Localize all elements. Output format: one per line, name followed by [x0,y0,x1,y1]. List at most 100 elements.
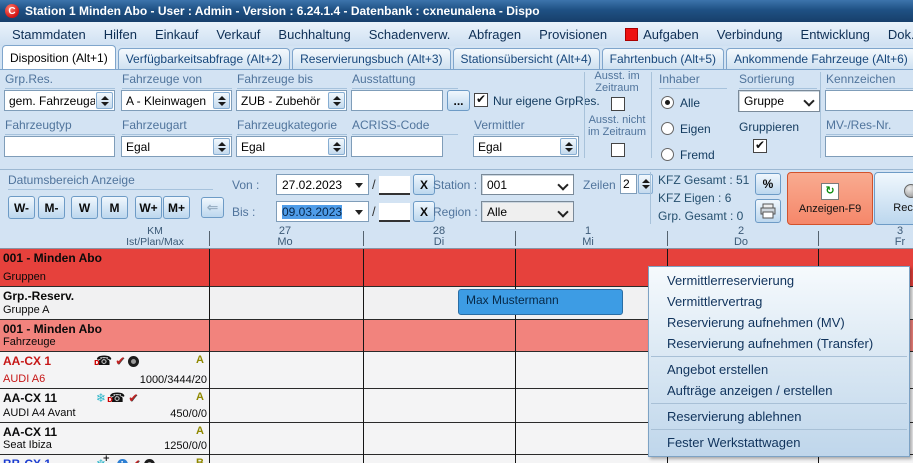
day-number: 3 [870,226,913,237]
menu-item-label: Aufgaben [643,27,699,42]
tab-stationsübersicht-alt-4[interactable]: Stationsübersicht (Alt+4) [453,48,600,69]
spinner-icon[interactable] [328,138,345,155]
menu-item-stammdaten[interactable]: Stammdaten [3,22,95,46]
recherche-button[interactable]: Recher [874,172,913,225]
fahrzeuge-von-combo[interactable]: A - Kleinwagen [121,90,232,111]
von-date-combo[interactable]: 27.02.2023 [276,174,369,195]
km-column-header: KM Ist/Plan/Max [100,226,210,248]
vermittler-combo[interactable]: Egal [473,136,579,157]
inhaber-radio-eigen[interactable] [661,122,674,135]
menu-item-label: Abfragen [468,27,521,42]
date-nav-week-back-button[interactable]: W- [8,196,35,219]
vehicle-status-icons: ❄+-i✔ [96,457,155,463]
bis-extra-input[interactable] [379,203,410,222]
spinner-icon[interactable] [560,138,577,155]
von-clear-button[interactable]: X [413,174,435,195]
date-nav-week-forward-button[interactable]: W+ [135,196,162,219]
inhaber-option-label: Alle [680,96,700,110]
fahrzeugart-combo[interactable]: Egal [121,136,232,157]
menu-item-buchhaltung[interactable]: Buchhaltung [269,22,359,46]
tab-label: Ankommende Fahrzeuge (Alt+6) [734,52,908,66]
menu-item-abfragen[interactable]: Abfragen [459,22,530,46]
von-extra-input[interactable] [379,176,410,195]
tab-ankommende-fahrzeuge-alt-6[interactable]: Ankommende Fahrzeuge (Alt+6) [726,48,913,69]
menu-item-schadenverw[interactable]: Schadenverw. [360,22,460,46]
context-menu-item-reservierung-aufnehmen-mv[interactable]: Reservierung aufnehmen (MV) [649,312,909,333]
context-menu-item-vermittlerreservierung[interactable]: Vermittlerreservierung [649,270,909,291]
slash-separator: / [372,204,376,219]
km-values: 450/0/0 [100,408,207,420]
separator [820,72,821,158]
grid-column-line [363,249,364,463]
sortierung-select[interactable]: Gruppe [738,90,820,112]
date-nav-month-forward-button[interactable]: M+ [163,196,190,219]
filter-panel: Grp.Res. gem. Fahrzeugaus Fahrzeuge von … [0,70,913,169]
snowflake-icon: ❄ [96,392,106,405]
menu-item-einkauf[interactable]: Einkauf [146,22,207,46]
grpres-combo[interactable]: gem. Fahrzeugaus [4,90,115,111]
grid-tick [818,231,819,246]
station-select[interactable]: 001 [481,174,574,195]
phone-d-icon: ☎D [96,355,112,368]
group-letter: A [196,391,204,403]
date-nav-week-button[interactable]: W [71,196,98,219]
menu-item-hilfen[interactable]: Hilfen [95,22,146,46]
stat-line: KFZ Eigen : 6 [658,191,731,205]
fahrzeugart-value: Egal [126,140,212,154]
fahrzeuge-bis-value: ZUB - Zubehör [241,94,327,108]
print-button[interactable] [755,199,781,223]
context-menu-item-reservierung-aufnehmen-transfer[interactable]: Reservierung aufnehmen (Transfer) [649,333,909,354]
ausstattung-browse-button[interactable]: ... [447,90,470,111]
inhaber-radio-alle[interactable] [661,96,674,109]
spinner-icon[interactable] [328,92,345,109]
fahrzeugtyp-input[interactable] [4,136,115,157]
percent-button[interactable]: % [755,173,781,195]
slash-separator: / [372,177,376,192]
fahrzeuge-bis-combo[interactable]: ZUB - Zubehör [236,90,347,111]
bis-clear-button[interactable]: X [413,201,435,222]
group-letter: B [196,457,204,463]
acriss-input[interactable] [351,136,443,157]
ausst-nicht-im-zeitraum-checkbox[interactable] [611,143,625,157]
gruppieren-checkbox[interactable] [753,139,767,153]
context-menu-item-angebot-erstellen[interactable]: Angebot erstellen [649,359,909,380]
anzeigen-f9-button[interactable]: ↻ Anzeigen-F9 [787,172,873,225]
back-button[interactable]: ⇐ [201,197,224,218]
context-menu-item-fester-werkstattwagen[interactable]: Fester Werkstattwagen [649,432,909,453]
mv-res-nr-input[interactable] [825,136,913,157]
ausstattung-input[interactable] [351,90,443,111]
spinner-icon[interactable] [213,138,230,155]
region-value: Alle [487,205,507,219]
bis-date-combo[interactable]: 09.03.2023 [276,201,369,222]
tab-reservierungsbuch-alt-3[interactable]: Reservierungsbuch (Alt+3) [292,48,450,69]
zeilen-input[interactable]: 2 [620,174,637,194]
fahrzeuge-von-label: Fahrzeuge von [122,72,232,89]
stat-line: KFZ Gesamt : 51 [658,173,749,187]
context-menu-item-aufträge-anzeigen-erstellen[interactable]: Aufträge anzeigen / erstellen [649,380,909,401]
tab-fahrtenbuch-alt-5[interactable]: Fahrtenbuch (Alt+5) [602,48,724,69]
kennzeichen-input[interactable] [825,90,913,111]
menu-item-provisionen[interactable]: Provisionen [530,22,616,46]
tab-verfügbarkeitsabfrage-alt-2[interactable]: Verfügbarkeitsabfrage (Alt+2) [118,48,290,69]
ausst-im-zeitraum-checkbox[interactable] [611,97,625,111]
date-nav-month-button[interactable]: M [101,196,128,219]
menu-item-verkauf[interactable]: Verkauf [207,22,269,46]
km-values: 1000/3444/20 [100,374,207,386]
reservation-block[interactable]: Max Mustermann [458,289,623,315]
menu-item-dok-verw[interactable]: Dok.Verw. [879,22,913,46]
spinner-icon[interactable] [96,92,113,109]
region-select[interactable]: Alle [481,201,574,222]
menu-item-verbindung[interactable]: Verbindung [708,22,792,46]
menu-item-entwicklung[interactable]: Entwicklung [792,22,879,46]
inhaber-radio-fremd[interactable] [661,148,674,161]
context-menu-item-reservierung-ablehnen[interactable]: Reservierung ablehnen [649,406,909,427]
menu-separator [651,403,907,404]
date-nav-month-back-button[interactable]: M- [38,196,65,219]
fahrzeugkategorie-combo[interactable]: Egal [236,136,347,157]
nur-eigene-checkbox[interactable] [474,93,488,107]
menu-item-aufgaben[interactable]: Aufgaben [616,22,708,46]
spinner-icon[interactable] [213,92,230,109]
context-menu-item-vermittlervertrag[interactable]: Vermittlervertrag [649,291,909,312]
tab-disposition-alt-1[interactable]: Disposition (Alt+1) [2,45,116,69]
day-column-header: 2Do [711,226,771,248]
